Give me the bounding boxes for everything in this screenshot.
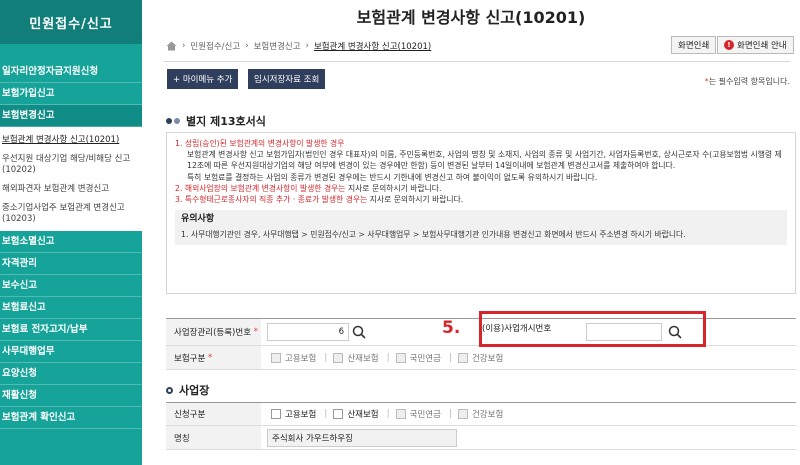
form-row-insurance: 보험구분 * 고용보험 | 산재보험 | 국민연금 | 건강보험 (166, 346, 796, 370)
checkbox-icon (271, 409, 281, 419)
divider (164, 61, 790, 62)
sidebar-item-premium-report[interactable]: 보험료신고 (0, 297, 142, 319)
breadcrumb: › 민원접수/신고 › 보험변경신고 › 보험관계 변경사항 신고(10201) (166, 40, 431, 52)
checkbox-health[interactable]: 건강보험 (457, 352, 503, 364)
sidebar-item-agency[interactable]: 사무대행업무 (0, 341, 142, 363)
sidebar-item-confirm[interactable]: 보험관계 확인신고 (0, 407, 142, 429)
sidebar-submenu: 보험관계 변경사항 신고(10201) 우선지원 대상기업 해당/비해당 신고(… (0, 127, 142, 231)
reg-label: 사업장관리(등록)번호 * (166, 319, 261, 345)
notice-item-1-note: 특히 보험료를 결정하는 사업의 종류가 변경된 경우에는 반드시 기한내에 변… (187, 172, 598, 182)
sidebar-subitem-change-report[interactable]: 보험관계 변경사항 신고(10201) (0, 131, 142, 150)
breadcrumb-sep-icon: › (182, 41, 186, 51)
form-row-apply-type: 신청구분 고용보험 | 산재보험 | 국민연금 | 건강보험 (166, 402, 796, 426)
bullet-dots-icon (166, 118, 180, 124)
search-icon[interactable] (349, 322, 369, 342)
notice-box: 1. 성립(승인)된 보험관계의 변경사항이 발생한 경우 보험관계 변경사항 … (166, 132, 796, 294)
type-checkbox-group: 고용보험 | 산재보험 | 국민연금 | 건강보험 (271, 408, 511, 420)
add-my-menu-button[interactable]: + 마이메뉴 추가 (167, 69, 239, 89)
sidebar-item-medical[interactable]: 요양신청 (0, 363, 142, 385)
breadcrumb-item[interactable]: 민원접수/신고 (190, 40, 240, 52)
sidebar-item-wage-report[interactable]: 보수신고 (0, 275, 142, 297)
sidebar-item-e-billing[interactable]: 보험료 전자고지/납부 (0, 319, 142, 341)
checkbox-pension[interactable]: 국민연금 (395, 408, 441, 420)
caution-body: 1. 사무대행기관인 경우, 사무대행탭 > 민원접수/신고 > 사무대행업무 … (181, 230, 686, 240)
alert-icon: ! (724, 40, 734, 50)
checkbox-pension[interactable]: 국민연금 (395, 352, 441, 364)
ins-label: 보험구분 * (166, 346, 261, 369)
checkbox-industrial[interactable]: 산재보험 (333, 408, 379, 420)
print-button[interactable]: 화면인쇄 (671, 36, 717, 54)
notice-item-3: 3. 특수형태근로종사자의 직종 추가 · 종료가 발생한 경우는 지사로 문의… (175, 195, 464, 205)
sidebar: 민원접수/신고 일자리안정자금지원신청 보험가입신고 보험변경신고 보험관계 변… (0, 0, 142, 465)
form-row-name: 명칭 주식회사 가우드하우징 (166, 426, 796, 450)
checkbox-industrial[interactable]: 산재보험 (333, 352, 379, 364)
breadcrumb-sep-icon: › (245, 41, 249, 51)
checkbox-icon (333, 409, 344, 419)
checkbox-employment[interactable]: 고용보험 (271, 352, 316, 364)
sidebar-item-insurance-join[interactable]: 보험가입신고 (0, 83, 142, 105)
sidebar-subitem-sme-owner[interactable]: 중소기업사업주 보험관계 변경신고(10203) (0, 199, 142, 229)
reg-number-input[interactable]: 6 (267, 323, 349, 341)
sidebar-item-insurance-change[interactable]: 보험변경신고 (0, 105, 142, 127)
section-title-form: 별지 제13호서식 (166, 113, 266, 129)
step-marker: 5. (442, 318, 461, 338)
sidebar-item-job-stability[interactable]: 일자리안정자금지원신청 (0, 61, 142, 83)
checkbox-icon (457, 352, 468, 363)
print-guide-button[interactable]: ! 화면인쇄 안내 (717, 36, 794, 54)
breadcrumb-sep-icon: › (305, 41, 309, 51)
notice-item-1-body: 보험관계 변경사항 신고 보험가입자(법인인 경우 대표자)의 이름, 주민등록… (187, 150, 782, 171)
bullet-ring-icon (166, 386, 173, 394)
checkbox-icon (333, 352, 344, 363)
name-label: 명칭 (166, 426, 261, 449)
home-icon[interactable] (166, 41, 177, 51)
checkbox-icon (457, 409, 468, 419)
main-content: 보험관계 변경사항 신고(10201) › 민원접수/신고 › 보험변경신고 ›… (142, 0, 800, 465)
temp-saved-search-button[interactable]: 임시저장자료 조회 (248, 69, 326, 89)
checkbox-icon (395, 352, 406, 363)
notice-item-2: 2. 해외사업장의 보험관계 변경사항이 발생한 경우는 지사로 문의하시기 바… (175, 183, 442, 193)
sidebar-item-rehab[interactable]: 재활신청 (0, 385, 142, 407)
checkbox-employment[interactable]: 고용보험 (271, 408, 316, 420)
page-title: 보험관계 변경사항 신고(10201) (356, 8, 586, 27)
breadcrumb-item[interactable]: 보험변경신고 (254, 40, 301, 52)
sidebar-title: 민원접수/신고 (0, 0, 142, 44)
checkbox-icon (271, 352, 281, 363)
print-guide-label: 화면인쇄 안내 (737, 41, 787, 51)
caution-box: 유의사항 1. 사무대행기관인 경우, 사무대행탭 > 민원접수/신고 > 사무… (175, 210, 787, 245)
sidebar-item-extinction[interactable]: 보험소멸신고 (0, 231, 142, 253)
sidebar-subitem-priority-support[interactable]: 우선지원 대상기업 해당/비해당 신고(10202) (0, 150, 142, 180)
business-name-field: 주식회사 가우드하우징 (267, 428, 457, 447)
section-title-business: 사업장 (166, 382, 209, 398)
sidebar-subitem-overseas[interactable]: 해외파견자 보험관계 변경신고 (0, 180, 142, 199)
required-note: *는 필수입력 항목입니다. (704, 77, 790, 86)
notice-item-1-title: 1. 성립(승인)된 보험관계의 변경사항이 발생한 경우 (175, 139, 345, 148)
sidebar-item-qualification[interactable]: 자격관리 (0, 253, 142, 275)
print-label: 화면인쇄 (678, 41, 710, 51)
breadcrumb-current[interactable]: 보험관계 변경사항 신고(10201) (314, 40, 431, 52)
highlight-box (479, 311, 706, 347)
ins-checkbox-group: 고용보험 | 산재보험 | 국민연금 | 건강보험 (271, 352, 511, 364)
checkbox-health[interactable]: 건강보험 (457, 408, 503, 420)
checkbox-icon (395, 409, 406, 419)
caution-title: 유의사항 (181, 214, 215, 225)
type-label: 신청구분 (166, 403, 261, 425)
